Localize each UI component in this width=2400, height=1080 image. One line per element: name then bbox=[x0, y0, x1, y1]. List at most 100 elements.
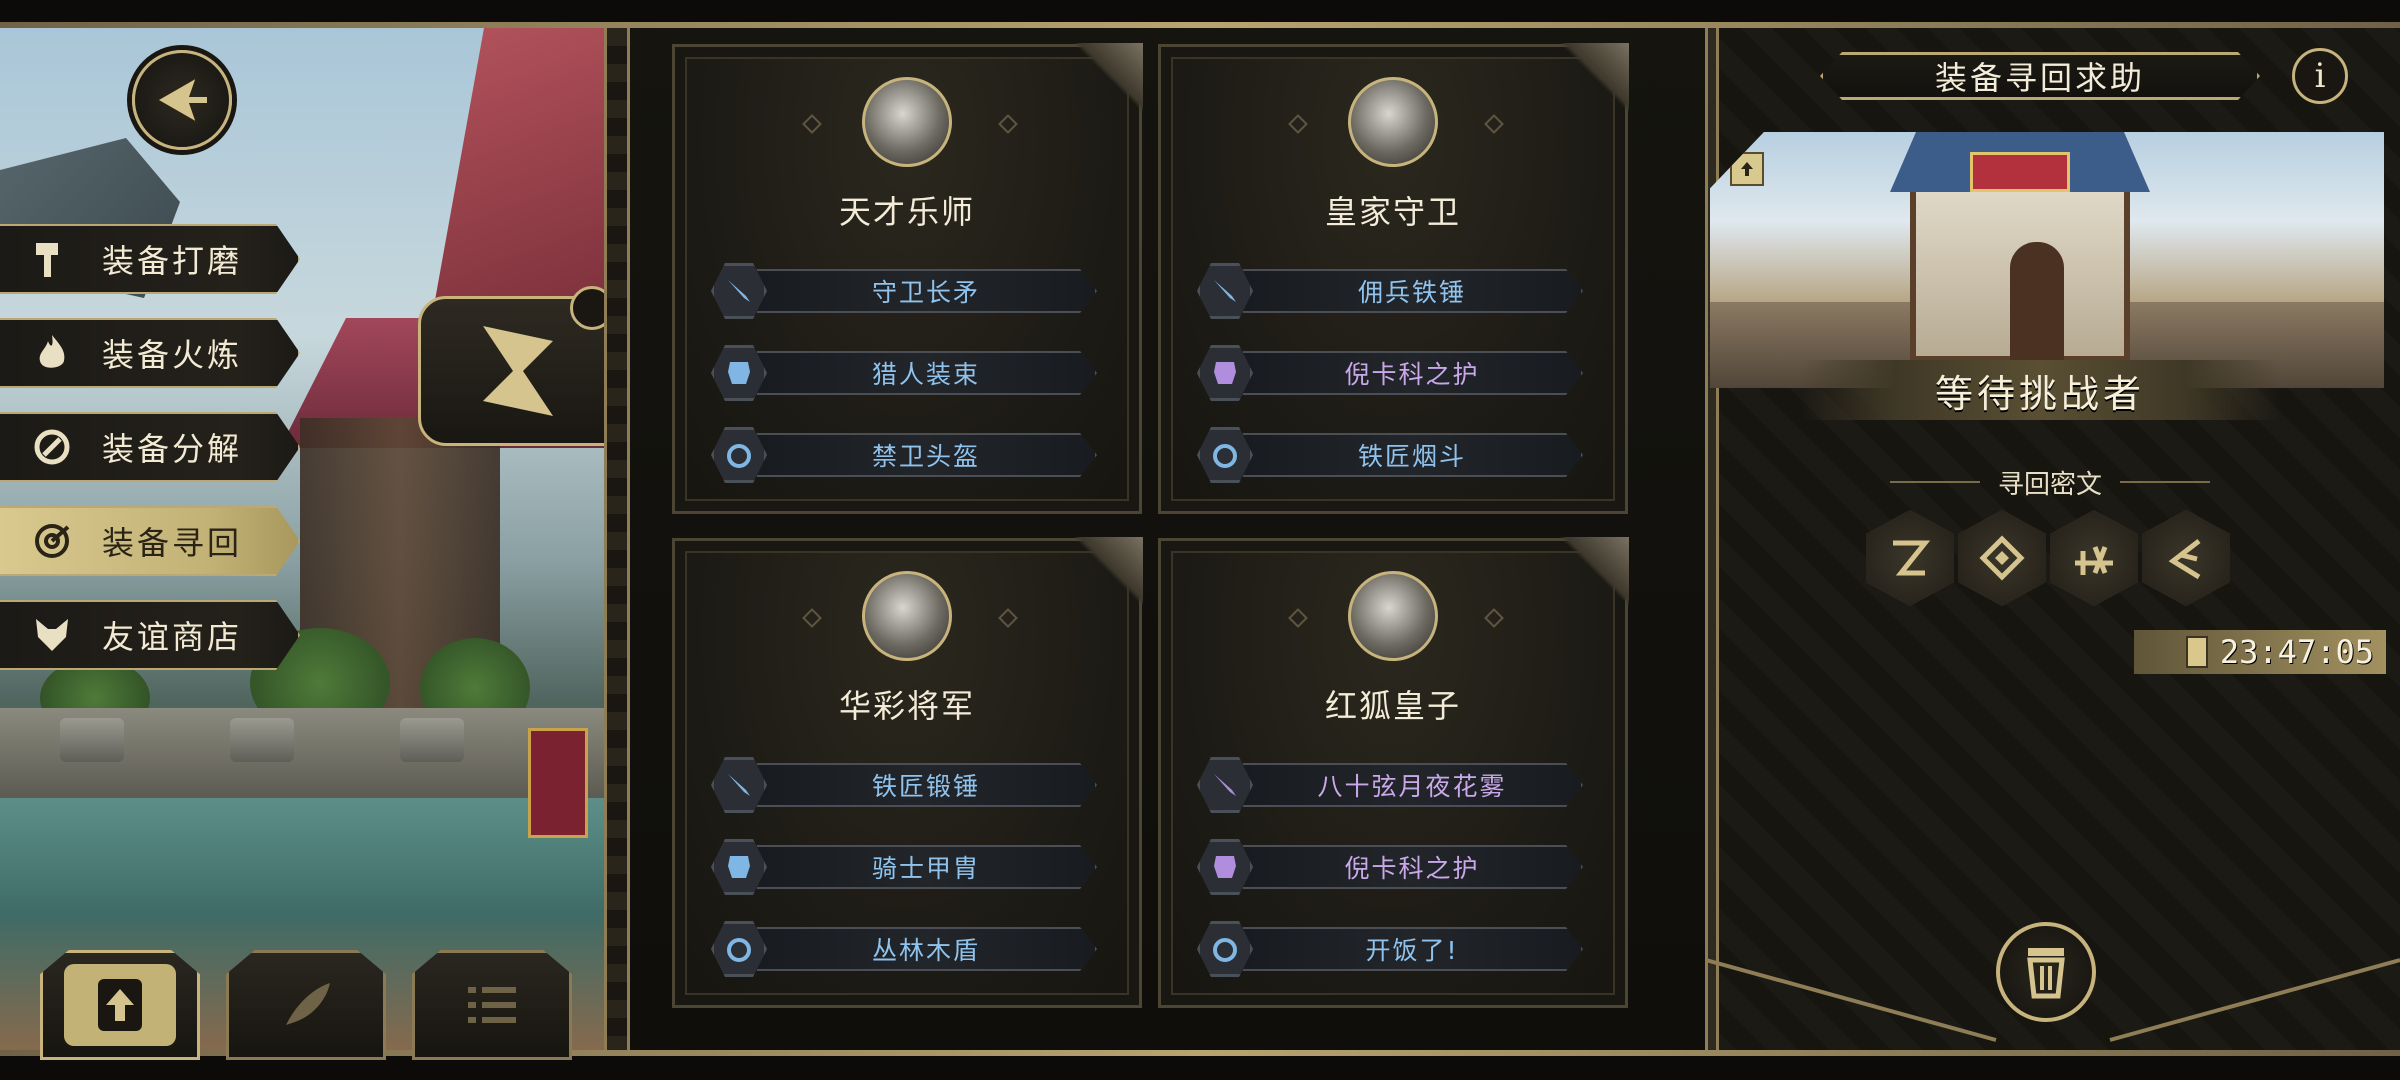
menu-item-friend-shop[interactable]: 友谊商店 bbox=[0, 600, 300, 670]
hero-name: 天才乐师 bbox=[838, 193, 975, 231]
equipment-slot[interactable]: 丛林木盾 bbox=[711, 921, 1111, 977]
background-planter bbox=[60, 718, 124, 762]
list-icon bbox=[468, 987, 516, 1023]
diamond-ornament bbox=[1288, 608, 1308, 628]
menu-item-label: 装备打磨 bbox=[102, 242, 243, 280]
menu-item-forge[interactable]: 装备火炼 bbox=[0, 318, 300, 388]
shop-door bbox=[2010, 242, 2064, 362]
countdown-timer: 23:47:05 bbox=[2134, 630, 2386, 674]
menu-item-polish[interactable]: 装备打磨 bbox=[0, 224, 300, 294]
rune-3-icon bbox=[2050, 510, 2138, 606]
diamond-ornament bbox=[802, 114, 822, 134]
hero-name: 红狐皇子 bbox=[1324, 687, 1461, 725]
hourglass-small-icon bbox=[2186, 636, 2208, 668]
card-corner-fold bbox=[1559, 43, 1629, 113]
back-arrow-icon bbox=[154, 74, 207, 126]
cipher-heading-label: 寻回密文 bbox=[1997, 469, 2102, 500]
hero-card[interactable]: 天才乐师 守卫长矛 猎人装束 禁卫头盔 bbox=[672, 43, 1143, 514]
info-button[interactable]: i bbox=[2292, 48, 2348, 104]
royal-guard-portrait bbox=[1348, 77, 1438, 167]
equipment-name: 骑士甲胄 bbox=[757, 845, 1097, 889]
fox-prince-portrait bbox=[1348, 571, 1438, 661]
menu-item-label: 装备寻回 bbox=[102, 524, 243, 562]
equipment-name: 铁匠烟斗 bbox=[1243, 433, 1583, 477]
countdown-value: 23:47:05 bbox=[2219, 633, 2374, 671]
equipment-name: 倪卡科之护 bbox=[1243, 845, 1583, 889]
trash-icon bbox=[2027, 948, 2065, 999]
equipment-slot[interactable]: 骑士甲胄 bbox=[711, 839, 1111, 895]
background-planter bbox=[230, 718, 294, 762]
diamond-ornament bbox=[1484, 114, 1504, 134]
target-icon bbox=[22, 511, 82, 571]
back-button[interactable] bbox=[132, 50, 232, 150]
equipment-name: 铁匠锻锤 bbox=[757, 763, 1097, 807]
equipment-slot[interactable]: 禁卫头盔 bbox=[711, 427, 1111, 483]
ornate-divider bbox=[604, 28, 630, 1050]
equipment-name: 丛林木盾 bbox=[757, 927, 1097, 971]
divider-line bbox=[1889, 481, 1980, 483]
diamond-ornament bbox=[998, 608, 1018, 628]
equipment-slot[interactable]: 倪卡科之护 bbox=[1197, 345, 1597, 401]
feather-icon bbox=[286, 983, 330, 1025]
diamond-ornament bbox=[802, 608, 822, 628]
menu-item-dismantle[interactable]: 装备分解 bbox=[0, 412, 300, 482]
equipment-name: 八十弦月夜花雾 bbox=[1243, 763, 1583, 807]
equipment-slot[interactable]: 开饭了! bbox=[1197, 921, 1597, 977]
equipment-name: 倪卡科之护 bbox=[1243, 351, 1583, 395]
equipment-slot[interactable]: 铁匠锻锤 bbox=[711, 757, 1111, 813]
equipment-slot[interactable]: 猎人装束 bbox=[711, 345, 1111, 401]
divider-line bbox=[2120, 481, 2210, 483]
menu-item-label: 友谊商店 bbox=[102, 618, 243, 656]
background-banner bbox=[528, 728, 588, 838]
equipment-slot[interactable]: 八十弦月夜花雾 bbox=[1197, 757, 1597, 813]
general-portrait bbox=[862, 571, 952, 661]
background-building bbox=[430, 28, 610, 328]
hero-name: 皇家守卫 bbox=[1324, 193, 1461, 231]
hero-card[interactable]: 华彩将军 铁匠锻锤 骑士甲胄 丛林木盾 bbox=[672, 537, 1143, 1008]
diamond-ornament bbox=[998, 114, 1018, 134]
card-corner-fold bbox=[1073, 537, 1143, 607]
diamond-ornament bbox=[1484, 608, 1504, 628]
equipment-name: 守卫长矛 bbox=[757, 269, 1097, 313]
background-planter bbox=[400, 718, 464, 762]
equipment-slot[interactable]: 铁匠烟斗 bbox=[1197, 427, 1597, 483]
info-icon: i bbox=[2314, 56, 2326, 96]
cipher-runes bbox=[1866, 510, 2230, 610]
rune-4-icon bbox=[2142, 510, 2230, 606]
equipment-name: 开饭了! bbox=[1243, 927, 1583, 971]
discard-button[interactable] bbox=[1996, 922, 2096, 1022]
equipment-slot[interactable]: 佣兵铁锤 bbox=[1197, 263, 1597, 319]
hero-card[interactable]: 红狐皇子 八十弦月夜花雾 倪卡科之护 开饭了! bbox=[1158, 537, 1629, 1008]
menu-item-label: 装备火炼 bbox=[102, 336, 243, 374]
equipment-slot[interactable]: 守卫长矛 bbox=[711, 263, 1111, 319]
tab-feather[interactable] bbox=[226, 950, 386, 1060]
equipment-name: 禁卫头盔 bbox=[757, 433, 1097, 477]
tab-upload[interactable] bbox=[40, 950, 200, 1060]
equipment-name: 猎人装束 bbox=[757, 351, 1097, 395]
shop-sign bbox=[1970, 152, 2070, 192]
status-banner: 等待挑战者 bbox=[1800, 360, 2280, 420]
rune-2-icon bbox=[1958, 510, 2046, 606]
menu-item-retrieve[interactable]: 装备寻回 bbox=[0, 506, 300, 576]
rune-1-icon bbox=[1866, 510, 1954, 606]
equipment-slot[interactable]: 倪卡科之护 bbox=[1197, 839, 1597, 895]
hero-card[interactable]: 皇家守卫 佣兵铁锤 倪卡科之护 铁匠烟斗 bbox=[1158, 43, 1629, 514]
dog-musician-portrait bbox=[862, 77, 952, 167]
tab-list[interactable] bbox=[412, 950, 572, 1060]
equipment-name: 佣兵铁锤 bbox=[1243, 269, 1583, 313]
upload-icon bbox=[98, 979, 142, 1031]
dismantle-icon bbox=[22, 417, 82, 477]
card-corner-fold bbox=[1559, 537, 1629, 607]
card-corner-fold bbox=[1073, 43, 1143, 113]
hourglass-icon bbox=[483, 326, 553, 416]
fox-icon bbox=[22, 605, 82, 665]
hammer-icon bbox=[22, 229, 82, 289]
side-menu: 装备打磨 装备火炼 装备分解 装备寻回 友谊商店 bbox=[0, 224, 310, 694]
flame-icon bbox=[22, 323, 82, 383]
diamond-ornament bbox=[1288, 114, 1308, 134]
shop-scene-image bbox=[1710, 132, 2384, 388]
panel-title: 装备寻回求助 bbox=[1820, 52, 2260, 100]
cipher-heading: 寻回密文 bbox=[1860, 462, 2240, 502]
hero-name: 华彩将军 bbox=[838, 687, 975, 725]
menu-item-label: 装备分解 bbox=[102, 430, 243, 468]
